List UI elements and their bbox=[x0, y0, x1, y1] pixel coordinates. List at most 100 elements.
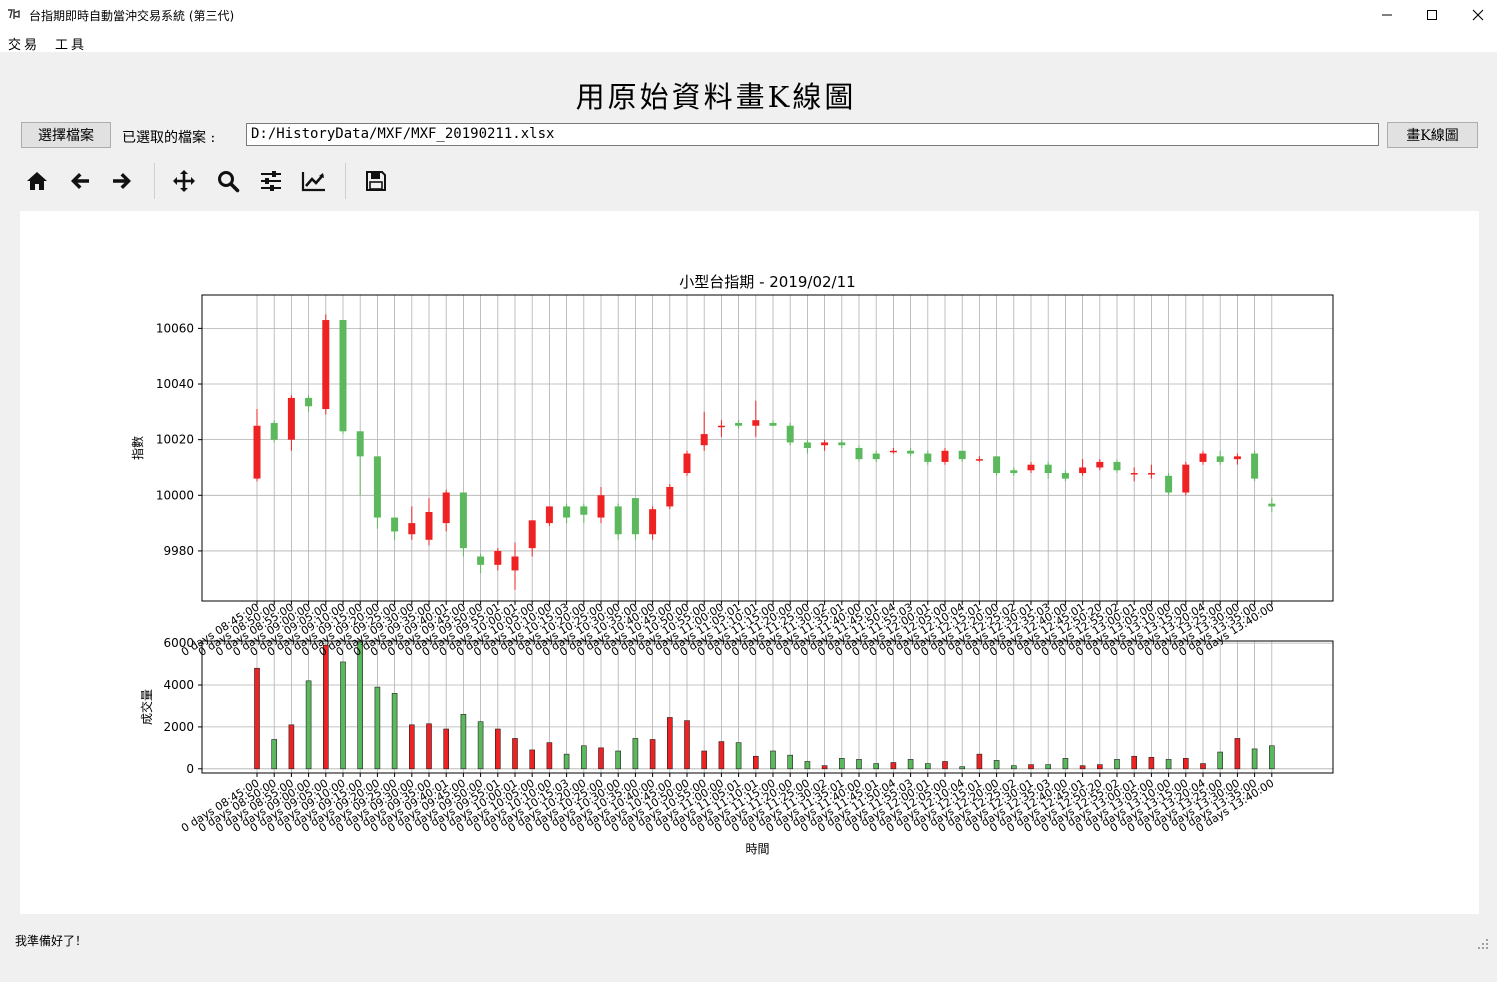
volume-bar bbox=[546, 742, 553, 770]
volume-bar bbox=[477, 721, 484, 770]
candle-body bbox=[1044, 464, 1052, 474]
y-tick-label: 10040 bbox=[156, 377, 194, 391]
menu-tools[interactable]: 工具 bbox=[55, 34, 87, 53]
volume-bar bbox=[993, 760, 1000, 770]
volume-bar bbox=[890, 762, 897, 770]
volume-bar bbox=[942, 761, 948, 770]
candle-body bbox=[1233, 456, 1241, 460]
candle-body bbox=[1251, 453, 1259, 479]
save-icon[interactable] bbox=[361, 166, 391, 196]
selected-file-label: 已選取的檔案 : bbox=[122, 130, 216, 146]
candle-body bbox=[666, 486, 674, 507]
candle-body bbox=[305, 397, 313, 407]
choose-file-button[interactable]: 選擇檔案 bbox=[21, 122, 111, 148]
volume-bar bbox=[632, 738, 639, 770]
y-tick-label: 4000 bbox=[163, 678, 194, 692]
chart-title: 小型台指期 - 2019/02/11 bbox=[679, 273, 855, 291]
title-bar: 台指期即時自動當沖交易系統 (第三代) bbox=[0, 0, 1497, 30]
forward-icon[interactable] bbox=[107, 166, 137, 196]
candle-body bbox=[270, 422, 278, 440]
volume-bar bbox=[1183, 758, 1189, 770]
y-tick-label: 10060 bbox=[156, 321, 194, 335]
kline-chart: 小型台指期 - 2019/02/11 9980 10000 10020 10040 100… bbox=[130, 273, 1334, 856]
candle-body bbox=[1268, 503, 1276, 507]
edit-axis-icon[interactable] bbox=[299, 166, 329, 196]
candle-body bbox=[735, 422, 743, 426]
zoom-icon[interactable] bbox=[213, 166, 243, 196]
volume-bar bbox=[924, 763, 931, 770]
candle-body bbox=[1130, 473, 1138, 475]
file-path-field[interactable]: D:/HistoryData/MXF/MXF_20190211.xlsx bbox=[246, 123, 1379, 146]
volume-bar bbox=[391, 693, 398, 770]
candle-body bbox=[769, 422, 777, 426]
y-tick-label: 9980 bbox=[163, 544, 194, 558]
volume-bar bbox=[1200, 763, 1206, 770]
page-title: 用原始資料畫K線圖 bbox=[575, 80, 857, 114]
volume-bar bbox=[426, 723, 432, 770]
candle-body bbox=[614, 506, 622, 535]
candle-body bbox=[1147, 473, 1155, 475]
volume-bar bbox=[460, 714, 467, 770]
volume-bar bbox=[1010, 765, 1017, 770]
volume-bar bbox=[271, 739, 277, 770]
home-icon[interactable] bbox=[22, 166, 52, 196]
candle-body bbox=[889, 450, 897, 453]
chart-canvas[interactable]: 小型台指期 - 2019/02/11 9980 10000 10020 10040 100… bbox=[20, 211, 1479, 914]
volume-bar bbox=[718, 741, 725, 770]
candle-body bbox=[1079, 467, 1087, 474]
candle-body bbox=[528, 520, 536, 549]
candle-body bbox=[373, 456, 381, 518]
candle-body bbox=[563, 506, 571, 518]
candle-body bbox=[717, 425, 725, 428]
volume-bar bbox=[752, 755, 759, 770]
close-button[interactable] bbox=[1455, 0, 1497, 30]
volume-bar bbox=[340, 661, 346, 770]
candle-body bbox=[1096, 461, 1104, 468]
volume-bar bbox=[1165, 759, 1172, 770]
maximize-button[interactable] bbox=[1409, 0, 1455, 30]
candle-body bbox=[631, 498, 639, 535]
volume-bar bbox=[1269, 745, 1275, 770]
menu-trade[interactable]: 交易 bbox=[8, 34, 40, 53]
volume-bar bbox=[563, 753, 570, 770]
pan-icon[interactable] bbox=[169, 166, 199, 196]
volume-bar bbox=[1234, 738, 1241, 770]
candle-body bbox=[1027, 464, 1035, 471]
volume-bar bbox=[322, 644, 329, 770]
volume-bar bbox=[735, 742, 742, 770]
candle-body bbox=[975, 459, 983, 461]
candle-body bbox=[494, 550, 502, 565]
volume-bar bbox=[529, 749, 536, 770]
volume-bar bbox=[580, 745, 587, 770]
y-tick-label: 0 bbox=[186, 762, 194, 776]
candle-body bbox=[752, 420, 760, 426]
volume-bar bbox=[804, 761, 811, 770]
candle-body bbox=[838, 442, 846, 446]
candle-body bbox=[1182, 464, 1190, 493]
x-axis-label: 時間 bbox=[745, 842, 769, 856]
candle-body bbox=[1216, 456, 1224, 462]
back-icon[interactable] bbox=[65, 166, 95, 196]
volume-bar bbox=[959, 766, 966, 770]
candle-body bbox=[511, 556, 519, 571]
y-axis-label: 指數 bbox=[130, 436, 145, 460]
volume-bar bbox=[288, 724, 295, 770]
candle-body bbox=[1165, 475, 1173, 493]
candle-body bbox=[253, 425, 261, 479]
configure-subplots-icon[interactable] bbox=[256, 166, 286, 196]
resize-grip-icon[interactable] bbox=[1478, 936, 1490, 955]
volume-bar bbox=[666, 717, 673, 770]
volume-bar bbox=[838, 758, 845, 770]
candle-body bbox=[442, 492, 450, 524]
volume-bar bbox=[1131, 755, 1137, 770]
minimize-button[interactable] bbox=[1364, 0, 1410, 30]
volume-bar bbox=[357, 641, 364, 770]
candle-body bbox=[924, 453, 932, 462]
draw-kline-button[interactable]: 畫K線圖 bbox=[1387, 122, 1478, 148]
volume-bar bbox=[1062, 758, 1069, 770]
volume-bar bbox=[1148, 756, 1155, 770]
volume-bar bbox=[770, 750, 776, 770]
candle-body bbox=[408, 523, 416, 535]
window-title: 台指期即時自動當沖交易系統 (第三代) bbox=[29, 9, 235, 23]
volume-bar bbox=[684, 720, 690, 770]
